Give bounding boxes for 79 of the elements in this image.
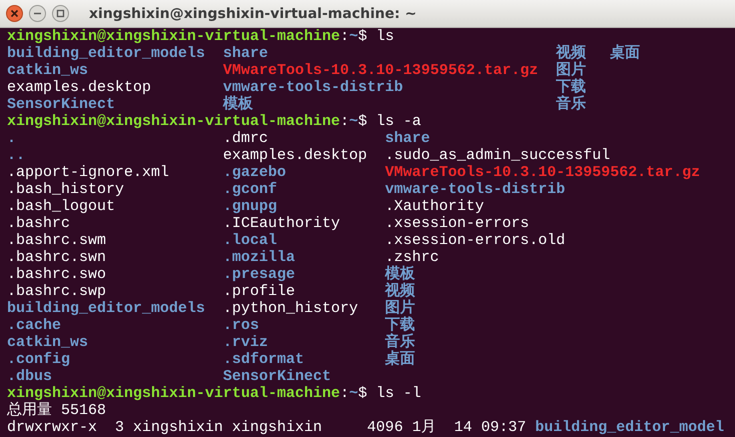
- command-text: ls -l: [376, 385, 422, 402]
- file-name: .xsession-errors.old: [385, 232, 566, 249]
- prompt-colon: :: [340, 385, 350, 402]
- file-name: .gazebo: [223, 164, 286, 181]
- prompt-user-host: xingshixin@xingshixin-virtual-machine: [7, 385, 340, 402]
- prompt-path: ~: [349, 385, 358, 402]
- file-name: .bash_history: [7, 181, 124, 198]
- file-name: VMwareTools-10.3.10-13959562.tar.gz: [223, 62, 538, 79]
- file-name: share: [385, 130, 430, 147]
- file-name: .config: [7, 351, 70, 368]
- file-name: .dmrc: [223, 130, 268, 147]
- file-name: .bashrc.swm: [7, 232, 106, 249]
- file-name: .cache: [7, 317, 62, 334]
- file-name: .presage: [223, 266, 296, 283]
- file-name: SensorKinect: [7, 96, 116, 113]
- file-name: .Xauthority: [385, 198, 484, 215]
- file-name: 视频: [556, 45, 586, 62]
- file-name: 模板: [385, 266, 416, 283]
- prompt-symbol: $: [358, 28, 368, 45]
- file-name: 桌面: [385, 351, 416, 368]
- file-name: vmware-tools-distrib: [223, 79, 404, 96]
- output-text: 总用量 55168: [7, 402, 106, 419]
- minimize-icon[interactable]: [29, 5, 46, 22]
- file-name: .mozilla: [223, 249, 296, 266]
- file-name: .bashrc.swo: [7, 266, 106, 283]
- file-name: SensorKinect: [223, 368, 332, 385]
- file-name: .xsession-errors: [385, 215, 530, 232]
- file-name: .sudo_as_admin_successful: [385, 147, 610, 164]
- prompt-colon: :: [340, 28, 350, 45]
- command-text: ls: [376, 28, 394, 45]
- file-name: .: [7, 130, 16, 147]
- file-name: 图片: [556, 62, 586, 79]
- output-text: drwxrwxr-x 3 xingshixin xingshixin 4096 1月 14 09:37: [7, 419, 528, 436]
- file-name: .bashrc.swn: [7, 249, 106, 266]
- file-name: building_editor_models: [7, 300, 206, 317]
- file-name: 音乐: [556, 96, 586, 113]
- file-name: 桌面: [610, 45, 640, 62]
- file-name: share: [223, 45, 268, 62]
- window-title: xingshixin@xingshixin-virtual-machine: ~: [89, 6, 417, 22]
- file-name: vmware-tools-distrib: [385, 181, 566, 198]
- file-name: .sdformat: [223, 351, 304, 368]
- maximize-icon[interactable]: [52, 5, 69, 22]
- file-name: .gnupg: [223, 198, 278, 215]
- file-name: 模板: [223, 96, 254, 113]
- file-name: catkin_ws: [7, 334, 88, 351]
- prompt-symbol: $: [358, 113, 368, 130]
- file-name: 图片: [385, 300, 416, 317]
- file-name: .apport-ignore.xml: [7, 164, 170, 181]
- output-text: building_editor_model: [535, 419, 724, 436]
- prompt-colon: :: [340, 113, 350, 130]
- prompt-symbol: $: [358, 385, 368, 402]
- close-icon[interactable]: [6, 5, 23, 22]
- prompt-path: ~: [349, 113, 358, 130]
- file-name: 下载: [556, 79, 586, 96]
- file-name: .profile: [223, 283, 296, 300]
- file-name: 视频: [385, 283, 416, 300]
- file-name: .zshrc: [385, 249, 440, 266]
- file-name: examples.desktop: [7, 79, 152, 96]
- file-name: .gconf: [223, 181, 278, 198]
- file-name: .python_history: [223, 300, 358, 317]
- file-name: .rviz: [223, 334, 268, 351]
- file-name: 下载: [385, 317, 416, 334]
- file-name: ..: [7, 147, 26, 164]
- file-name: examples.desktop: [223, 147, 368, 164]
- prompt-path: ~: [349, 28, 358, 45]
- command-text: ls -a: [376, 113, 422, 130]
- prompt-user-host: xingshixin@xingshixin-virtual-machine: [7, 113, 340, 130]
- file-name: .ICEauthority: [223, 215, 340, 232]
- file-name: building_editor_models: [7, 45, 206, 62]
- file-name: catkin_ws: [7, 62, 88, 79]
- file-name: .bash_logout: [7, 198, 116, 215]
- file-name: .local: [223, 232, 278, 249]
- file-name: VMwareTools-10.3.10-13959562.tar.gz: [385, 164, 700, 181]
- file-name: .bashrc.swp: [7, 283, 106, 300]
- file-name: .ros: [223, 317, 260, 334]
- file-name: .bashrc: [7, 215, 70, 232]
- prompt-user-host: xingshixin@xingshixin-virtual-machine: [7, 28, 340, 45]
- file-name: .dbus: [7, 368, 52, 385]
- file-name: 音乐: [385, 334, 416, 351]
